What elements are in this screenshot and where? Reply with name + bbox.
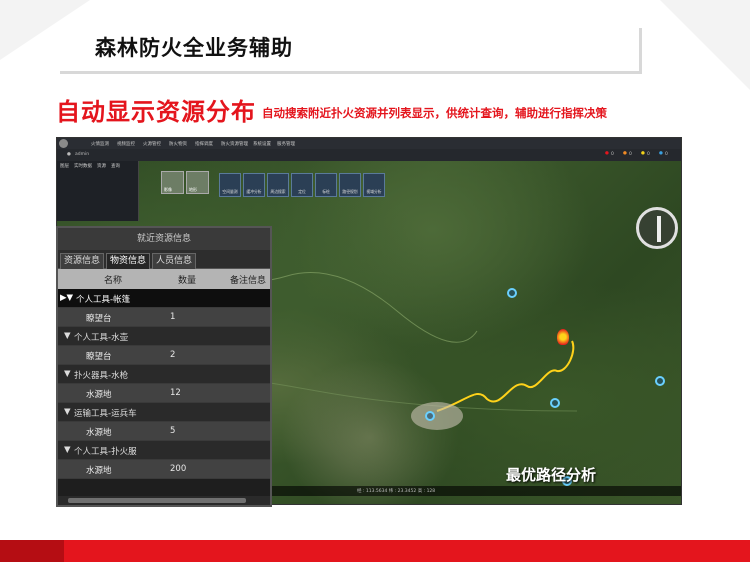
item-count: 200: [170, 464, 187, 474]
app-logo-icon: [59, 139, 68, 148]
headline: 自动显示资源分布: [56, 98, 256, 126]
fire-point-icon[interactable]: [557, 329, 569, 345]
app-menubar: 火情监测 视频监控 火源管控 防火物资 指挥调度 防火资源管理 系统设置 服务管…: [57, 138, 681, 149]
status-count: 0: [647, 152, 650, 157]
user-icon: ●: [67, 152, 71, 157]
col-remark[interactable]: 备注信息: [230, 273, 266, 286]
footer-accent: [0, 540, 64, 562]
table-row[interactable]: 水源地 5: [58, 422, 270, 441]
tool-buffer-button[interactable]: 缓冲分析: [243, 173, 265, 197]
panel-tabs: 资源信息 物资信息 人员信息: [58, 250, 270, 269]
group-row[interactable]: ▼ 运输工具-运兵车: [58, 403, 270, 422]
resource-marker-icon[interactable]: [507, 288, 517, 298]
tool-viewshed-button[interactable]: 视域分析: [363, 173, 385, 197]
horizontal-scrollbar[interactable]: [58, 496, 270, 505]
tab-resource-info[interactable]: 资源信息: [60, 253, 105, 269]
group-label: 扑火器具-水枪: [74, 371, 129, 381]
table-row[interactable]: 水源地 12: [58, 384, 270, 403]
item-count: 5: [170, 426, 176, 436]
status-dot-red-icon: ●: [605, 151, 609, 156]
table-row[interactable]: 瞭望台 1: [58, 308, 270, 327]
menu-item[interactable]: 火情监测: [91, 141, 109, 147]
expand-icon: ▼: [64, 331, 71, 341]
compass-icon[interactable]: [636, 207, 678, 249]
resource-marker-icon[interactable]: [550, 398, 560, 408]
status-count: 0: [611, 152, 614, 157]
group-row[interactable]: ▼ 个人工具-水壶: [58, 327, 270, 346]
status-dot-yellow-icon: ●: [641, 151, 645, 156]
item-name: 水源地: [86, 390, 112, 400]
resource-marker-icon[interactable]: [425, 411, 435, 421]
menu-item[interactable]: 火源管控: [143, 141, 161, 147]
scrollbar-thumb[interactable]: [68, 498, 246, 503]
group-row[interactable]: ▶▼ 个人工具-帐篷: [58, 289, 270, 308]
menu-item[interactable]: 防火资源管理: [221, 141, 248, 147]
village-area: [411, 402, 463, 430]
expand-icon: ▼: [64, 407, 71, 417]
left-tab[interactable]: 实时数据: [74, 163, 92, 169]
menu-item[interactable]: 系统设置: [253, 141, 271, 147]
group-label: 个人工具-水壶: [74, 333, 129, 343]
tab-personnel-info[interactable]: 人员信息: [152, 253, 197, 269]
status-count: 0: [629, 152, 632, 157]
item-name: 水源地: [86, 428, 112, 438]
group-label: 运输工具-运兵车: [74, 409, 137, 419]
left-tab[interactable]: 查询: [111, 163, 120, 169]
basemap-thumb-imagery[interactable]: 影像: [161, 171, 184, 194]
user-bar: ● admin ● 0 ● 0 ● 0 ● 0: [57, 149, 681, 161]
table-header: 名称 数量 备注信息: [58, 269, 270, 289]
tool-locate-button[interactable]: 定位: [291, 173, 313, 197]
menu-item[interactable]: 指挥调度: [195, 141, 213, 147]
expand-icon: ▼: [64, 445, 71, 455]
coordinate-readout: 经 : 113.5634 纬 : 23.3452 高 : 128: [357, 489, 436, 494]
tab-material-info[interactable]: 物资信息: [106, 253, 151, 269]
item-count: 12: [170, 388, 181, 398]
menu-item[interactable]: 视频监控: [117, 141, 135, 147]
group-label: 个人工具-帐篷: [76, 295, 131, 305]
table-row[interactable]: 瞭望台 2: [58, 346, 270, 365]
item-name: 瞭望台: [86, 352, 112, 362]
tool-plot-button[interactable]: 标绘: [315, 173, 337, 197]
layer-panel: 图层 实时数据 资源 查询: [57, 161, 139, 221]
left-tab[interactable]: 资源: [97, 163, 106, 169]
group-row[interactable]: ▼ 个人工具-扑火服: [58, 441, 270, 460]
group-label: 个人工具-扑火服: [74, 447, 137, 457]
item-name: 瞭望台: [86, 314, 112, 324]
expand-icon: ▼: [64, 369, 71, 379]
panel-title: 就近资源信息: [58, 228, 270, 250]
status-count: 0: [665, 152, 668, 157]
tool-measure-button[interactable]: 空间量测: [219, 173, 241, 197]
basemap-thumb-terrain[interactable]: 地形: [186, 171, 209, 194]
menu-item[interactable]: 服务管理: [277, 141, 295, 147]
status-dot-blue-icon: ●: [659, 151, 663, 156]
resource-marker-icon[interactable]: [655, 376, 665, 386]
left-tab[interactable]: 图层: [60, 163, 69, 169]
group-row[interactable]: ▼ 扑火器具-水枪: [58, 365, 270, 384]
user-name[interactable]: admin: [75, 152, 89, 157]
slide-title: 森林防火全业务辅助: [95, 36, 293, 60]
tool-route-button[interactable]: 路径规划: [339, 173, 361, 197]
item-count: 1: [170, 312, 176, 322]
footer-bar: [0, 540, 750, 562]
table-row[interactable]: 水源地 200: [58, 460, 270, 479]
col-count[interactable]: 数量: [178, 273, 196, 286]
route-analysis-label: 最优路径分析: [506, 466, 597, 484]
item-name: 水源地: [86, 466, 112, 476]
compass-needle-icon: [657, 216, 661, 242]
item-count: 2: [170, 350, 176, 360]
subheadline: 自动搜索附近扑火资源并列表显示，供统计查询，辅助进行指挥决策: [262, 106, 607, 120]
status-dot-orange-icon: ●: [623, 151, 627, 156]
tool-search-button[interactable]: 周边搜索: [267, 173, 289, 197]
menu-item[interactable]: 防火物资: [169, 141, 187, 147]
col-name[interactable]: 名称: [104, 273, 122, 286]
nearby-resource-panel: 就近资源信息 资源信息 物资信息 人员信息 名称 数量 备注信息 ▶▼ 个人工具…: [56, 226, 272, 507]
expand-icon: ▶▼: [60, 293, 74, 303]
